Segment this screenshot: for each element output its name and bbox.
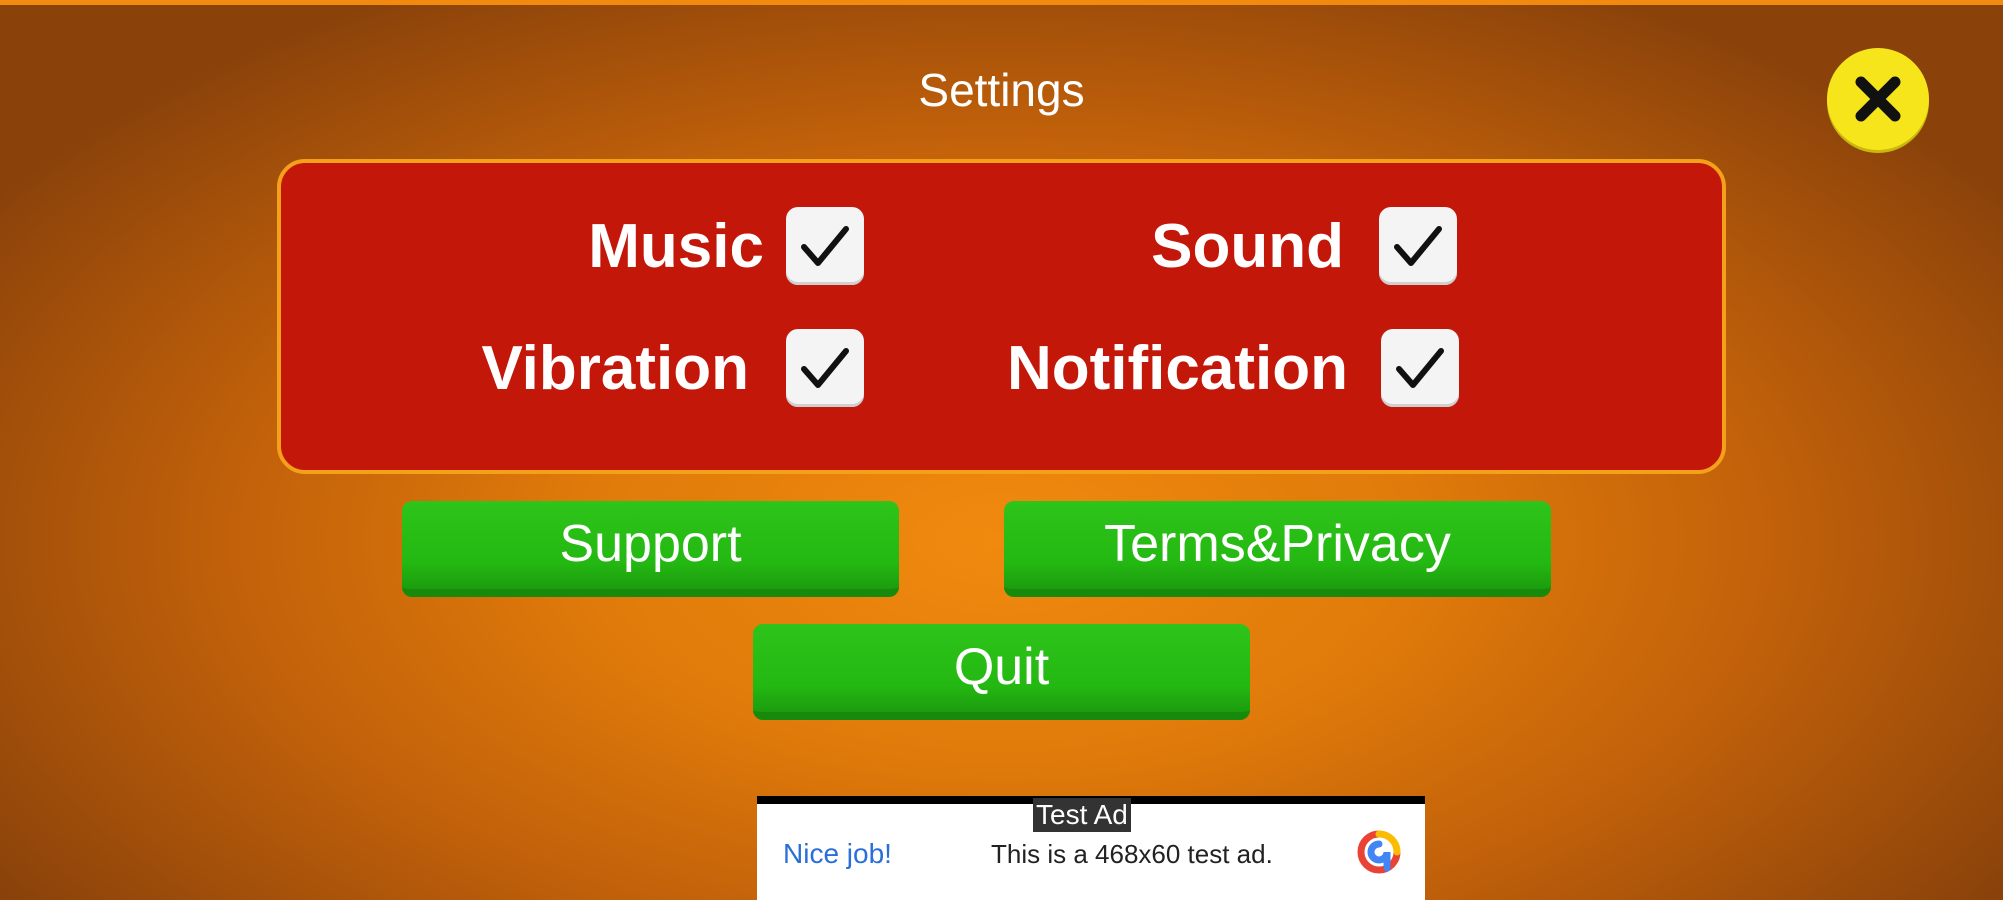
checkmark-icon bbox=[801, 226, 849, 266]
top-edge bbox=[0, 0, 2003, 5]
terms-privacy-button[interactable]: Terms&Privacy bbox=[1004, 501, 1551, 597]
admob-logo-icon bbox=[1357, 830, 1401, 874]
ad-label: Test Ad bbox=[1033, 798, 1131, 832]
vibration-label: Vibration bbox=[481, 334, 749, 403]
sound-label: Sound bbox=[1151, 212, 1344, 281]
notification-checkbox[interactable] bbox=[1381, 329, 1459, 407]
checkmark-icon bbox=[1394, 226, 1442, 266]
music-label: Music bbox=[588, 212, 764, 281]
sound-checkbox[interactable] bbox=[1379, 207, 1457, 285]
notification-label: Notification bbox=[1007, 334, 1348, 403]
quit-button[interactable]: Quit bbox=[753, 624, 1250, 720]
close-icon bbox=[1855, 76, 1901, 122]
close-button[interactable] bbox=[1827, 48, 1929, 150]
settings-screen: Settings Music Sound Vibration Notificat… bbox=[0, 0, 2003, 900]
ad-description-text: This is a 468x60 test ad. bbox=[991, 839, 1273, 869]
ad-nice-job-text: Nice job! bbox=[783, 838, 892, 869]
page-title: Settings bbox=[918, 64, 1085, 116]
support-button[interactable]: Support bbox=[402, 501, 899, 597]
options-panel: Music Sound Vibration Notification bbox=[277, 159, 1726, 474]
music-checkbox[interactable] bbox=[786, 207, 864, 285]
checkmark-icon bbox=[1396, 348, 1444, 388]
